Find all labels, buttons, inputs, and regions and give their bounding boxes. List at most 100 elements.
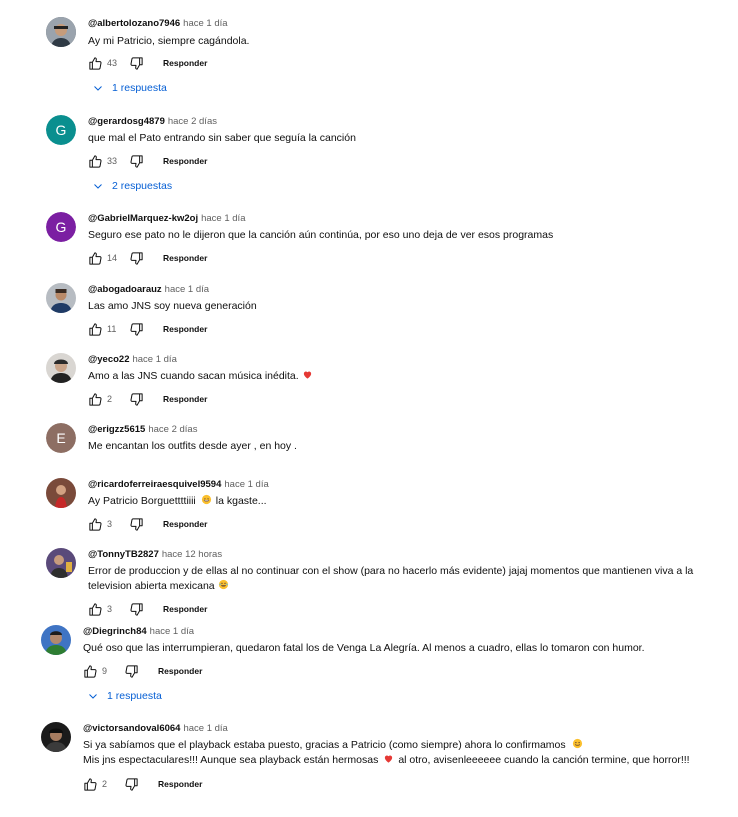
comment-text-line: al otro, avisenleeeeee cuando la canción… [398, 754, 690, 766]
heart-emoji-icon [383, 753, 394, 764]
comment-text: que mal el Pato entrando sin saber que s… [88, 131, 728, 146]
reply-button[interactable]: Responder [163, 253, 207, 263]
dislike-icon[interactable] [122, 775, 140, 793]
comment-time[interactable]: hace 1 día [183, 18, 227, 29]
comment-author[interactable]: @TonnyTB2827 [88, 549, 159, 560]
comment-time[interactable]: hace 1 día [150, 626, 194, 637]
comment-meta: @GabrielMarquez-kw2oj hace 1 día [88, 213, 245, 224]
avatar[interactable]: G [46, 212, 76, 242]
comment-time[interactable]: hace 12 horas [162, 549, 222, 560]
comment-author[interactable]: @Diegrinch84 [83, 626, 147, 637]
reply-button[interactable]: Responder [163, 394, 207, 404]
like-count: 9 [102, 666, 108, 676]
reply-button[interactable]: Responder [158, 666, 202, 676]
avatar[interactable] [41, 625, 71, 655]
laugh-emoji-icon [218, 579, 229, 590]
like-icon[interactable] [86, 515, 104, 533]
comment-time[interactable]: hace 1 día [224, 479, 268, 490]
avatar[interactable] [46, 17, 76, 47]
comment-text-line: Error de produccion y de ellas al no con… [88, 565, 694, 577]
like-icon[interactable] [86, 390, 104, 408]
like-count: 11 [107, 324, 117, 334]
comment-text-line: Me encantan los outfits desde ayer , en … [88, 440, 297, 452]
comment-time[interactable]: hace 1 día [132, 354, 176, 365]
heart-emoji-icon [302, 369, 313, 380]
chevron-down-icon [87, 690, 99, 702]
like-count: 3 [107, 519, 113, 529]
like-count: 33 [107, 156, 118, 166]
dislike-icon[interactable] [127, 54, 145, 72]
like-icon[interactable] [81, 775, 99, 793]
like-icon[interactable] [86, 249, 104, 267]
comment-text: Me encantan los outfits desde ayer , en … [88, 439, 728, 454]
dislike-icon[interactable] [122, 662, 140, 680]
reply-button[interactable]: Responder [163, 58, 207, 68]
avatar[interactable] [46, 548, 76, 578]
comment-author[interactable]: @erigzz5615 [88, 424, 145, 435]
comment-time[interactable]: hace 2 días [168, 116, 217, 127]
dislike-icon[interactable] [127, 152, 145, 170]
comment-author[interactable]: @yeco22 [88, 354, 129, 365]
like-count: 43 [107, 58, 118, 68]
comment-meta: @ricardoferreiraesquivel9594 hace 1 día [88, 479, 269, 490]
view-replies-button[interactable]: 1 respuesta [92, 82, 167, 94]
comment-text: Las amo JNS soy nueva generación [88, 299, 728, 314]
comment-meta: @yeco22 hace 1 día [88, 354, 177, 365]
comment-actions: 2 Responder [86, 390, 207, 408]
view-replies-button[interactable]: 1 respuesta [87, 690, 162, 702]
view-replies-button[interactable]: 2 respuestas [92, 180, 172, 192]
avatar-letter: G [56, 219, 67, 235]
comment-text: Ay mi Patricio, siempre cagándola. [88, 34, 728, 49]
comment-text-line: television abierta mexicana [88, 580, 215, 592]
like-icon[interactable] [86, 320, 104, 338]
comment-text: Si ya sabíamos que el playback estaba pu… [83, 738, 723, 768]
comment-text: Qué oso que las interrumpieran, quedaron… [83, 641, 723, 656]
avatar[interactable] [46, 353, 76, 383]
avatar[interactable]: E [46, 423, 76, 453]
reply-button[interactable]: Responder [163, 324, 207, 334]
dislike-icon[interactable] [127, 600, 145, 618]
replies-label: 1 respuesta [112, 82, 167, 94]
comment-author[interactable]: @victorsandoval6064 [83, 723, 180, 734]
like-count: 2 [107, 394, 113, 404]
comment-actions: 33 Responder [86, 152, 207, 170]
like-icon[interactable] [86, 152, 104, 170]
comment-text-line: Qué oso que las interrumpieran, quedaron… [83, 642, 645, 654]
comment-author[interactable]: @GabrielMarquez-kw2oj [88, 213, 198, 224]
avatar[interactable] [46, 478, 76, 508]
comment-time[interactable]: hace 2 días [148, 424, 197, 435]
comment-actions: 14 Responder [86, 249, 207, 267]
like-count: 3 [107, 604, 113, 614]
replies-label: 1 respuesta [107, 690, 162, 702]
like-count: 2 [102, 779, 108, 789]
comment-time[interactable]: hace 1 día [165, 284, 209, 295]
comment-text-line: Ay Patricio Borguettttiiii [88, 495, 196, 507]
comment-time[interactable]: hace 1 día [201, 213, 245, 224]
dislike-icon[interactable] [127, 320, 145, 338]
comment-text-line: Las amo JNS soy nueva generación [88, 300, 257, 312]
like-icon[interactable] [86, 54, 104, 72]
comment-author[interactable]: @albertolozano7946 [88, 18, 180, 29]
avatar[interactable] [46, 283, 76, 313]
dislike-icon[interactable] [127, 249, 145, 267]
comment-author[interactable]: @ricardoferreiraesquivel9594 [88, 479, 221, 490]
avatar[interactable] [41, 722, 71, 752]
comment-text: Seguro ese pato no le dijeron que la can… [88, 228, 728, 243]
dislike-icon[interactable] [127, 515, 145, 533]
reply-button[interactable]: Responder [163, 156, 207, 166]
reply-button[interactable]: Responder [158, 779, 202, 789]
comment-time[interactable]: hace 1 día [183, 723, 227, 734]
like-icon[interactable] [81, 662, 99, 680]
like-icon[interactable] [86, 600, 104, 618]
avatar[interactable]: G [46, 115, 76, 145]
comment-author[interactable]: @abogadoarauz [88, 284, 162, 295]
replies-label: 2 respuestas [112, 180, 173, 192]
comment-meta: @abogadoarauz hace 1 día [88, 284, 209, 295]
reply-button[interactable]: Responder [163, 604, 207, 614]
comment-actions: 2 Responder [81, 775, 202, 793]
reply-button[interactable]: Responder [163, 519, 207, 529]
dislike-icon[interactable] [127, 390, 145, 408]
avatar-letter: G [56, 122, 67, 138]
comment-author[interactable]: @gerardosg4879 [88, 116, 165, 127]
comment-text-line: que mal el Pato entrando sin saber que s… [88, 132, 356, 144]
